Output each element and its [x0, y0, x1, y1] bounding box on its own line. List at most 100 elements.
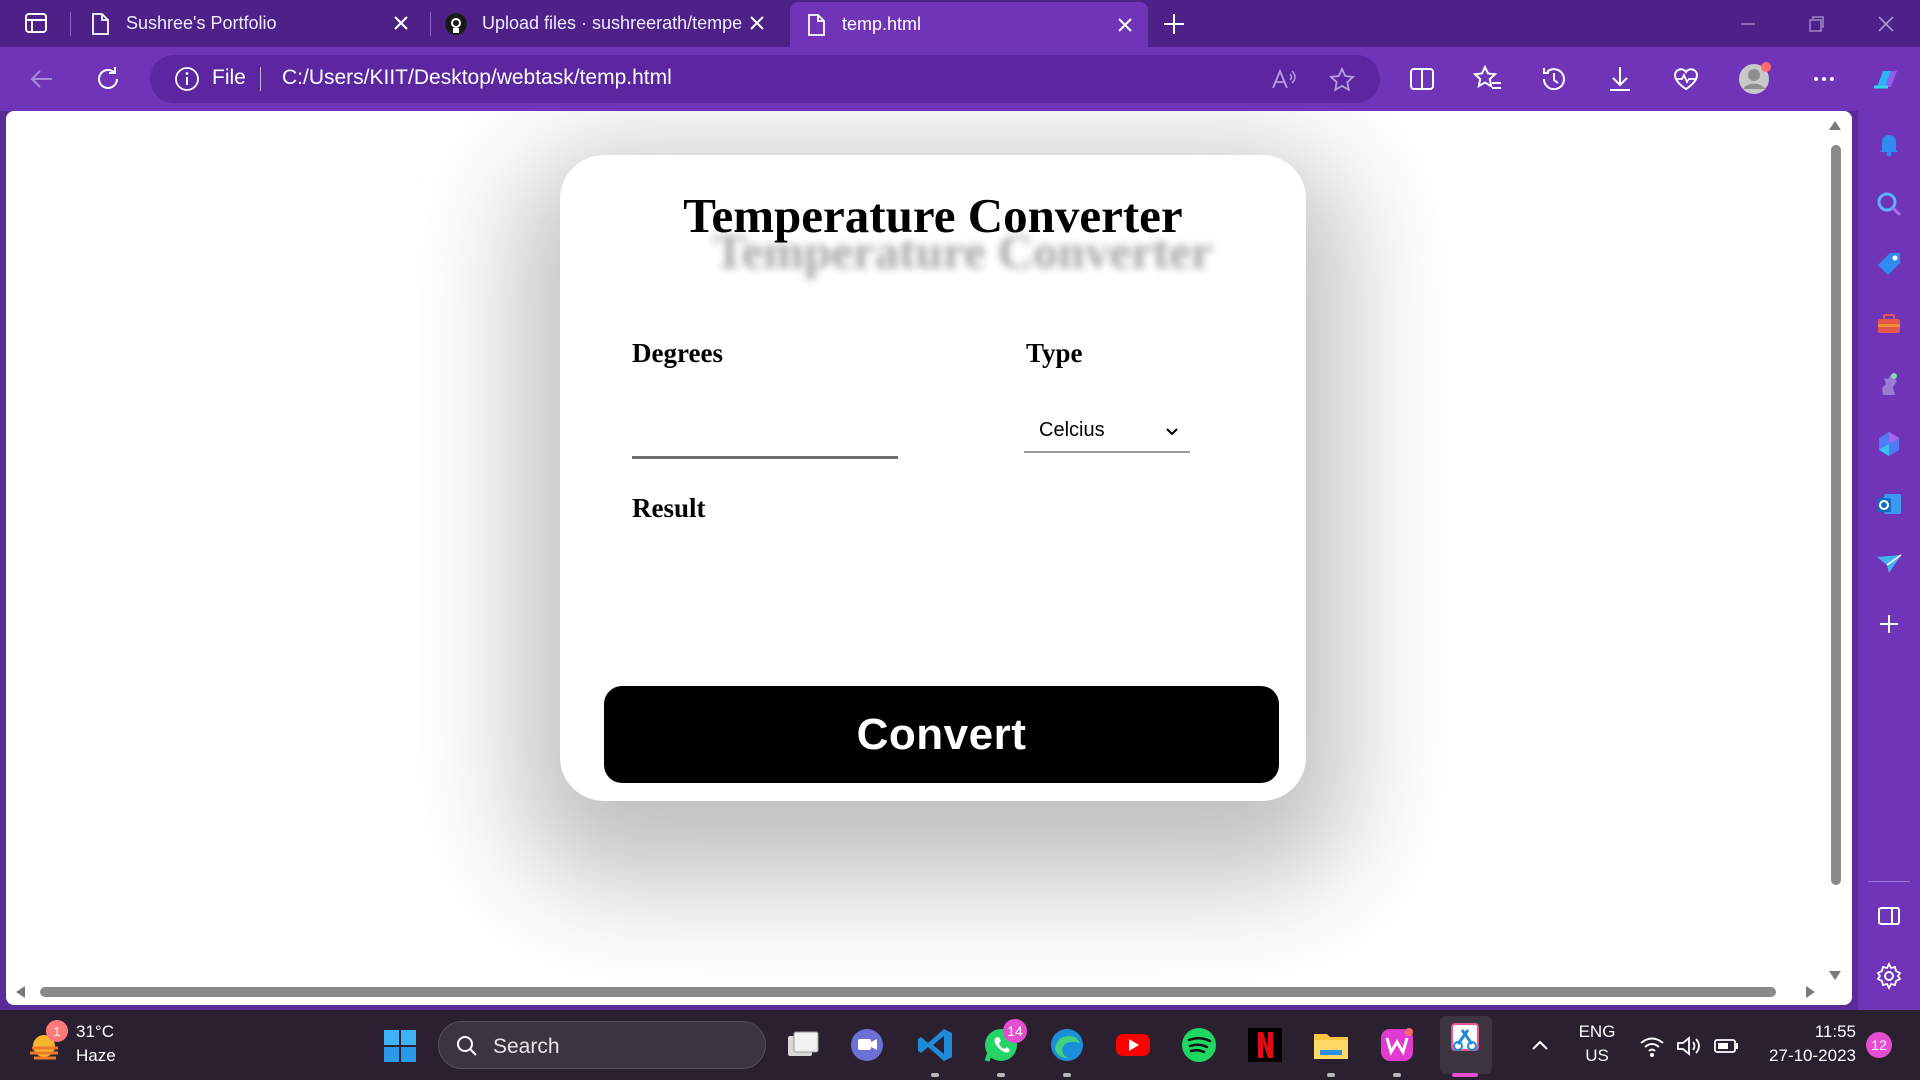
- weather-description[interactable]: Haze: [76, 1046, 116, 1066]
- language-indicator[interactable]: ENG: [1578, 1022, 1616, 1042]
- degrees-input[interactable]: [632, 413, 898, 459]
- read-aloud-icon[interactable]: [1270, 66, 1298, 94]
- result-label: Result: [632, 493, 706, 523]
- tab-portfolio[interactable]: Sushree's Portfolio: [88, 0, 424, 47]
- region-indicator[interactable]: US: [1578, 1046, 1616, 1066]
- running-indicator: [997, 1073, 1005, 1077]
- clock-date: 27-10-2023: [1769, 1046, 1856, 1065]
- copilot-icon[interactable]: [1868, 61, 1904, 97]
- scroll-down-arrow-icon[interactable]: [1829, 971, 1841, 980]
- address-bar[interactable]: File C:/Users/KIIT/Desktop/webtask/temp.…: [150, 55, 1380, 103]
- microsoft-365-icon[interactable]: [1874, 429, 1904, 459]
- search-icon: [455, 1034, 479, 1058]
- running-indicator: [931, 1073, 939, 1077]
- settings-gear-icon[interactable]: [1874, 961, 1904, 991]
- converter-card: Temperature Converter Temperature Conver…: [560, 155, 1306, 801]
- windows-taskbar: 1 31°C Haze Search 14 ENG US 11:55 27-10…: [0, 1010, 1920, 1080]
- minimize-button[interactable]: [1734, 10, 1762, 38]
- horizontal-scrollbar[interactable]: [6, 979, 1826, 1005]
- notification-count-badge[interactable]: 12: [1866, 1032, 1892, 1058]
- url-text[interactable]: C:/Users/KIIT/Desktop/webtask/temp.html: [282, 66, 672, 90]
- file-explorer-icon[interactable]: [1310, 1024, 1352, 1066]
- browser-essentials-icon[interactable]: [1668, 61, 1704, 97]
- outlook-icon[interactable]: [1874, 489, 1904, 519]
- snipping-tool-icon[interactable]: [1440, 1016, 1492, 1074]
- downloads-icon[interactable]: [1602, 61, 1638, 97]
- weather-temperature[interactable]: 31°C: [76, 1022, 114, 1042]
- close-window-button[interactable]: [1872, 10, 1900, 38]
- scroll-up-arrow-icon[interactable]: [1829, 121, 1841, 130]
- running-indicator: [1327, 1073, 1335, 1077]
- vertical-scroll-thumb[interactable]: [1831, 145, 1841, 885]
- page-icon: [804, 13, 828, 37]
- tab-temp-html[interactable]: temp.html: [790, 2, 1148, 47]
- scroll-left-arrow-icon[interactable]: [16, 986, 25, 998]
- hide-sidebar-icon[interactable]: [1874, 901, 1904, 931]
- games-icon[interactable]: [1874, 369, 1904, 399]
- wifi-icon[interactable]: [1638, 1032, 1666, 1060]
- windows-start-icon[interactable]: [382, 1028, 418, 1064]
- tools-icon[interactable]: [1874, 309, 1904, 339]
- chevron-up-icon[interactable]: [1526, 1032, 1554, 1060]
- running-indicator: [1063, 1073, 1071, 1077]
- split-screen-icon[interactable]: [1404, 61, 1440, 97]
- drop-send-icon[interactable]: [1874, 549, 1904, 579]
- horizontal-scroll-thumb[interactable]: [40, 987, 1776, 997]
- vscode-icon[interactable]: [914, 1024, 956, 1066]
- close-icon[interactable]: [746, 12, 768, 34]
- sidebar-divider: [1868, 881, 1910, 882]
- close-icon[interactable]: [390, 12, 412, 34]
- tab-separator: [70, 12, 71, 36]
- add-icon[interactable]: [1874, 609, 1904, 639]
- netflix-icon[interactable]: [1244, 1024, 1286, 1066]
- tab-label: temp.html: [842, 14, 922, 34]
- edge-sidebar: [1858, 111, 1920, 1010]
- url-scheme: File: [212, 66, 246, 89]
- type-select[interactable]: Celcius: [1024, 409, 1190, 453]
- task-view-icon[interactable]: [782, 1024, 824, 1066]
- clock-time: 11:55: [1814, 1022, 1856, 1041]
- youtube-icon[interactable]: [1112, 1024, 1154, 1066]
- degrees-label: Degrees: [632, 338, 723, 368]
- weather-badge: 1: [46, 1020, 68, 1042]
- tab-upload-files[interactable]: Upload files · sushreerath/tempe: [444, 0, 780, 47]
- scroll-right-arrow-icon[interactable]: [1806, 986, 1815, 998]
- favorite-star-icon[interactable]: [1328, 66, 1356, 94]
- chevron-down-icon: [1164, 423, 1180, 439]
- edge-browser-icon[interactable]: [1046, 1024, 1088, 1066]
- whatsapp-badge: 14: [1003, 1019, 1027, 1043]
- wps-office-icon[interactable]: [1376, 1024, 1418, 1066]
- volume-icon[interactable]: [1674, 1032, 1702, 1060]
- more-options-icon[interactable]: [1806, 61, 1842, 97]
- github-icon: [444, 12, 468, 36]
- close-icon[interactable]: [1114, 14, 1136, 36]
- new-tab-button[interactable]: [1158, 8, 1190, 40]
- battery-icon[interactable]: [1712, 1032, 1740, 1060]
- tab-separator: [430, 12, 431, 36]
- convert-button[interactable]: Convert: [604, 686, 1279, 783]
- history-icon[interactable]: [1536, 61, 1572, 97]
- profile-avatar[interactable]: [1736, 61, 1772, 97]
- browser-toolbar: File C:/Users/KIIT/Desktop/webtask/temp.…: [0, 47, 1920, 111]
- search-placeholder: Search: [493, 1035, 560, 1058]
- active-app-indicator: [1452, 1073, 1478, 1077]
- notifications-bell-icon[interactable]: [1874, 129, 1904, 159]
- vertical-scrollbar[interactable]: [1824, 111, 1846, 991]
- back-button[interactable]: [24, 61, 60, 97]
- search-icon[interactable]: [1874, 189, 1904, 219]
- info-icon[interactable]: [174, 66, 200, 92]
- spotify-icon[interactable]: [1178, 1024, 1220, 1066]
- favorites-icon[interactable]: [1470, 61, 1506, 97]
- tab-actions-icon[interactable]: [14, 10, 56, 38]
- shopping-tag-icon[interactable]: [1874, 249, 1904, 279]
- taskbar-search[interactable]: Search: [438, 1021, 766, 1069]
- type-selected-value: Celcius: [1039, 418, 1105, 441]
- teams-chat-icon[interactable]: [846, 1024, 888, 1066]
- restore-button[interactable]: [1802, 10, 1830, 38]
- type-label: Type: [1026, 338, 1083, 368]
- refresh-button[interactable]: [90, 61, 126, 97]
- clock[interactable]: 11:55 27-10-2023: [1769, 1020, 1856, 1068]
- page-viewport: Temperature Converter Temperature Conver…: [6, 111, 1852, 1005]
- tab-label: Sushree's Portfolio: [126, 13, 277, 33]
- address-divider: [260, 67, 261, 91]
